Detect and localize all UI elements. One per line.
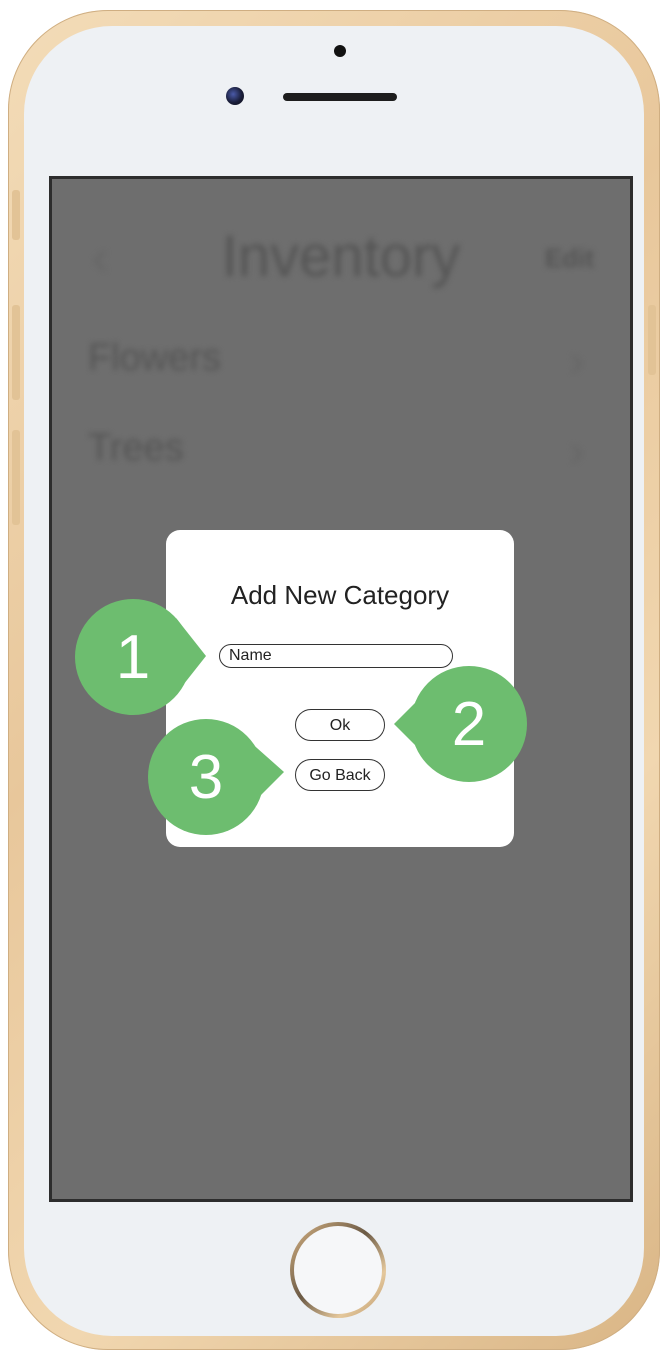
go-back-button[interactable]: Go Back	[295, 759, 385, 791]
proximity-sensor	[334, 45, 346, 57]
callout-2-badge: 2	[409, 664, 529, 784]
mute-switch	[12, 190, 20, 240]
background-edit-button: Edit	[544, 243, 594, 273]
home-button-face	[294, 1226, 382, 1314]
front-camera-icon	[226, 87, 244, 105]
earpiece-speaker	[283, 93, 397, 101]
callout-1-badge: 1	[73, 597, 193, 717]
callout-number: 3	[188, 742, 224, 812]
dialog-title: Add New Category	[230, 580, 450, 610]
background-list-item: Trees	[88, 427, 184, 469]
callout-3-badge: 3	[146, 717, 266, 837]
background-page-title: Inventory	[221, 224, 461, 289]
volume-up-button	[12, 305, 20, 400]
home-button[interactable]	[290, 1222, 386, 1318]
chevron-right-icon: ›	[570, 337, 584, 384]
callout-number: 1	[115, 622, 151, 692]
callout-number: 2	[451, 689, 487, 759]
power-button	[648, 305, 656, 375]
volume-down-button	[12, 430, 20, 525]
chevron-right-icon: ›	[570, 427, 584, 474]
ok-button[interactable]: Ok	[295, 709, 385, 741]
background-list-item: Flowers	[88, 337, 222, 379]
